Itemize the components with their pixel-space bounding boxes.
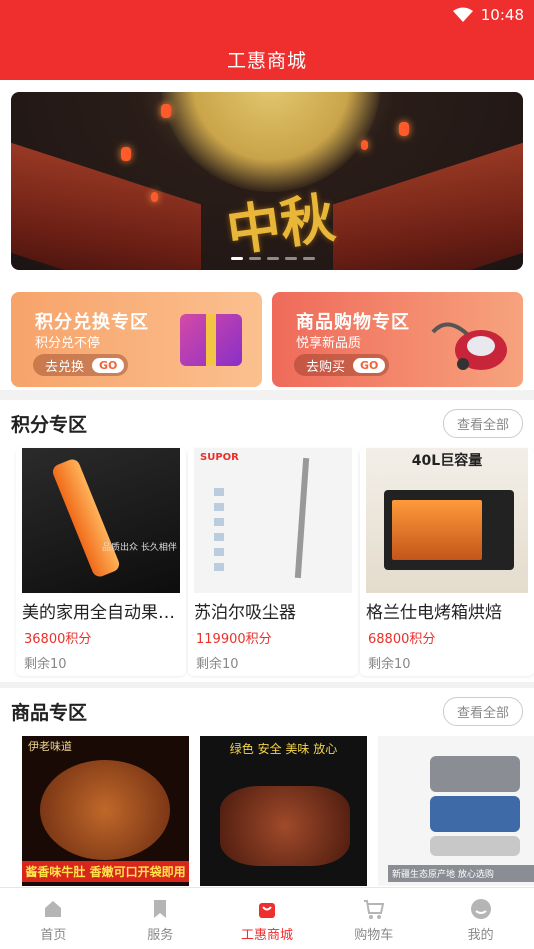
tab-label: 我的 [467, 928, 494, 943]
product-stock: 剩余10 [196, 657, 239, 672]
tab-service[interactable]: 服务 [107, 888, 214, 949]
lantern-icon [399, 122, 409, 136]
carousel-dot [231, 257, 243, 260]
product-image: SUPOR [194, 448, 352, 593]
status-bar: 10:48 [452, 4, 524, 26]
exchange-button-label: 去兑换 [45, 359, 85, 375]
section-title: 积分专区 [11, 413, 88, 436]
go-badge: GO [92, 357, 125, 373]
section-title: 商品专区 [11, 701, 88, 724]
image-caption: 40L巨容量 [411, 453, 483, 469]
palace-roof-right [333, 139, 523, 270]
product-image: 品质出众 长久相伴 [22, 448, 180, 593]
view-all-button[interactable]: 查看全部 [442, 696, 523, 726]
product-name: 苏泊尔吸尘器 [194, 603, 296, 623]
product-stock: 剩余10 [24, 657, 67, 672]
promo-title: 积分兑换专区 [35, 312, 149, 333]
bottom-tab-bar: 首页 服务 工惠商城 购物车 我的 [0, 887, 534, 949]
tab-label: 工惠商城 [240, 928, 293, 943]
tab-home[interactable]: 首页 [0, 888, 107, 949]
tab-label: 服务 [147, 928, 174, 943]
product-price: 68800积分 [368, 632, 436, 647]
wifi-icon [452, 7, 473, 22]
lantern-icon [161, 104, 171, 118]
tab-label: 首页 [40, 928, 67, 943]
food-graphic [40, 760, 170, 860]
promo-subtitle: 悦享新品质 [296, 336, 362, 351]
promo-subtitle: 积分兑不停 [35, 336, 101, 351]
section-header: 商品专区 查看全部 [11, 688, 523, 734]
shopping-bag-icon [258, 903, 275, 918]
product-card[interactable]: 40L巨容量 格兰仕电烤箱烘焙 68800积分 剩余10 [360, 448, 534, 676]
lantern-icon [121, 147, 131, 161]
oven-graphic [384, 490, 514, 570]
food-graphic [220, 786, 350, 866]
section-header: 积分专区 查看全部 [11, 400, 523, 446]
brand-logo: SUPOR [200, 452, 239, 463]
product-name: 美的家用全自动果汁机 [22, 603, 182, 623]
goods-card[interactable]: 伊老味道 酱香味牛肚 香嫩可口开袋即用 [22, 736, 189, 886]
page-title: 工惠商城 [226, 50, 307, 72]
goods-caption: 绿色 安全 美味 放心 [229, 742, 338, 756]
towel-graphic [430, 756, 520, 792]
go-badge: GO [353, 357, 386, 373]
product-image: 40L巨容量 [366, 448, 528, 593]
feature-icons [214, 488, 224, 578]
goods-badge: 伊老味道 [28, 740, 72, 753]
moon-graphic [161, 92, 381, 192]
banner-calligraphy: 中秋 [222, 185, 339, 264]
lantern-icon [361, 140, 368, 150]
carousel-dot [249, 257, 261, 260]
tab-label: 购物车 [354, 928, 394, 943]
goods-caption: 酱香味牛肚 香嫩可口开袋即用 [22, 861, 189, 882]
tab-profile[interactable]: 我的 [427, 888, 534, 949]
view-all-button[interactable]: 查看全部 [442, 408, 523, 438]
carousel-indicator [231, 257, 315, 260]
image-caption: 品质出众 长久相伴 [102, 543, 177, 553]
carousel-dot [303, 257, 315, 260]
exchange-button[interactable]: 去兑换 GO [33, 354, 129, 376]
product-card[interactable]: SUPOR 苏泊尔吸尘器 119900积分 剩余10 [188, 448, 358, 676]
buy-button[interactable]: 去购买 GO [294, 354, 390, 376]
carousel-dot [267, 257, 279, 260]
product-stock: 剩余10 [368, 657, 411, 672]
points-exchange-promo[interactable]: 积分兑换专区 积分兑不停 去兑换 GO [11, 292, 262, 387]
juicer-graphic [50, 457, 122, 579]
buy-button-label: 去购买 [306, 359, 346, 375]
towel-graphic [430, 796, 520, 832]
carousel-dot [285, 257, 297, 260]
product-card[interactable]: 品质出众 长久相伴 美的家用全自动果汁机 36800积分 剩余10 [16, 448, 186, 676]
tab-mall[interactable]: 工惠商城 [214, 888, 321, 949]
banner-carousel[interactable]: 中秋 [11, 92, 523, 270]
shopping-promo[interactable]: 商品购物专区 悦享新品质 去购买 GO [272, 292, 523, 387]
cart-icon [363, 900, 385, 919]
status-time: 10:48 [480, 6, 524, 24]
palace-roof-left [11, 139, 201, 270]
top-app-bar: 10:48 工惠商城 [0, 0, 534, 80]
goods-caption: 新疆生态原产地 放心选购 [388, 865, 534, 882]
promo-title: 商品购物专区 [296, 312, 410, 333]
vacuum-cleaner-icon [431, 322, 507, 370]
home-icon [45, 901, 62, 917]
product-price: 119900积分 [196, 632, 272, 647]
goods-card[interactable]: 绿色 安全 美味 放心 [200, 736, 367, 886]
towel-graphic [430, 836, 520, 856]
goods-card[interactable]: 新疆生态原产地 放心选购 [378, 736, 534, 886]
profile-icon [470, 899, 491, 919]
bookmark-icon [154, 900, 167, 918]
vacuum-stick-graphic [294, 457, 310, 579]
product-price: 36800积分 [24, 632, 92, 647]
lantern-icon [151, 192, 158, 202]
gift-box-icon [180, 314, 242, 366]
product-name: 格兰仕电烤箱烘焙 [366, 603, 502, 623]
tab-cart[interactable]: 购物车 [320, 888, 427, 949]
